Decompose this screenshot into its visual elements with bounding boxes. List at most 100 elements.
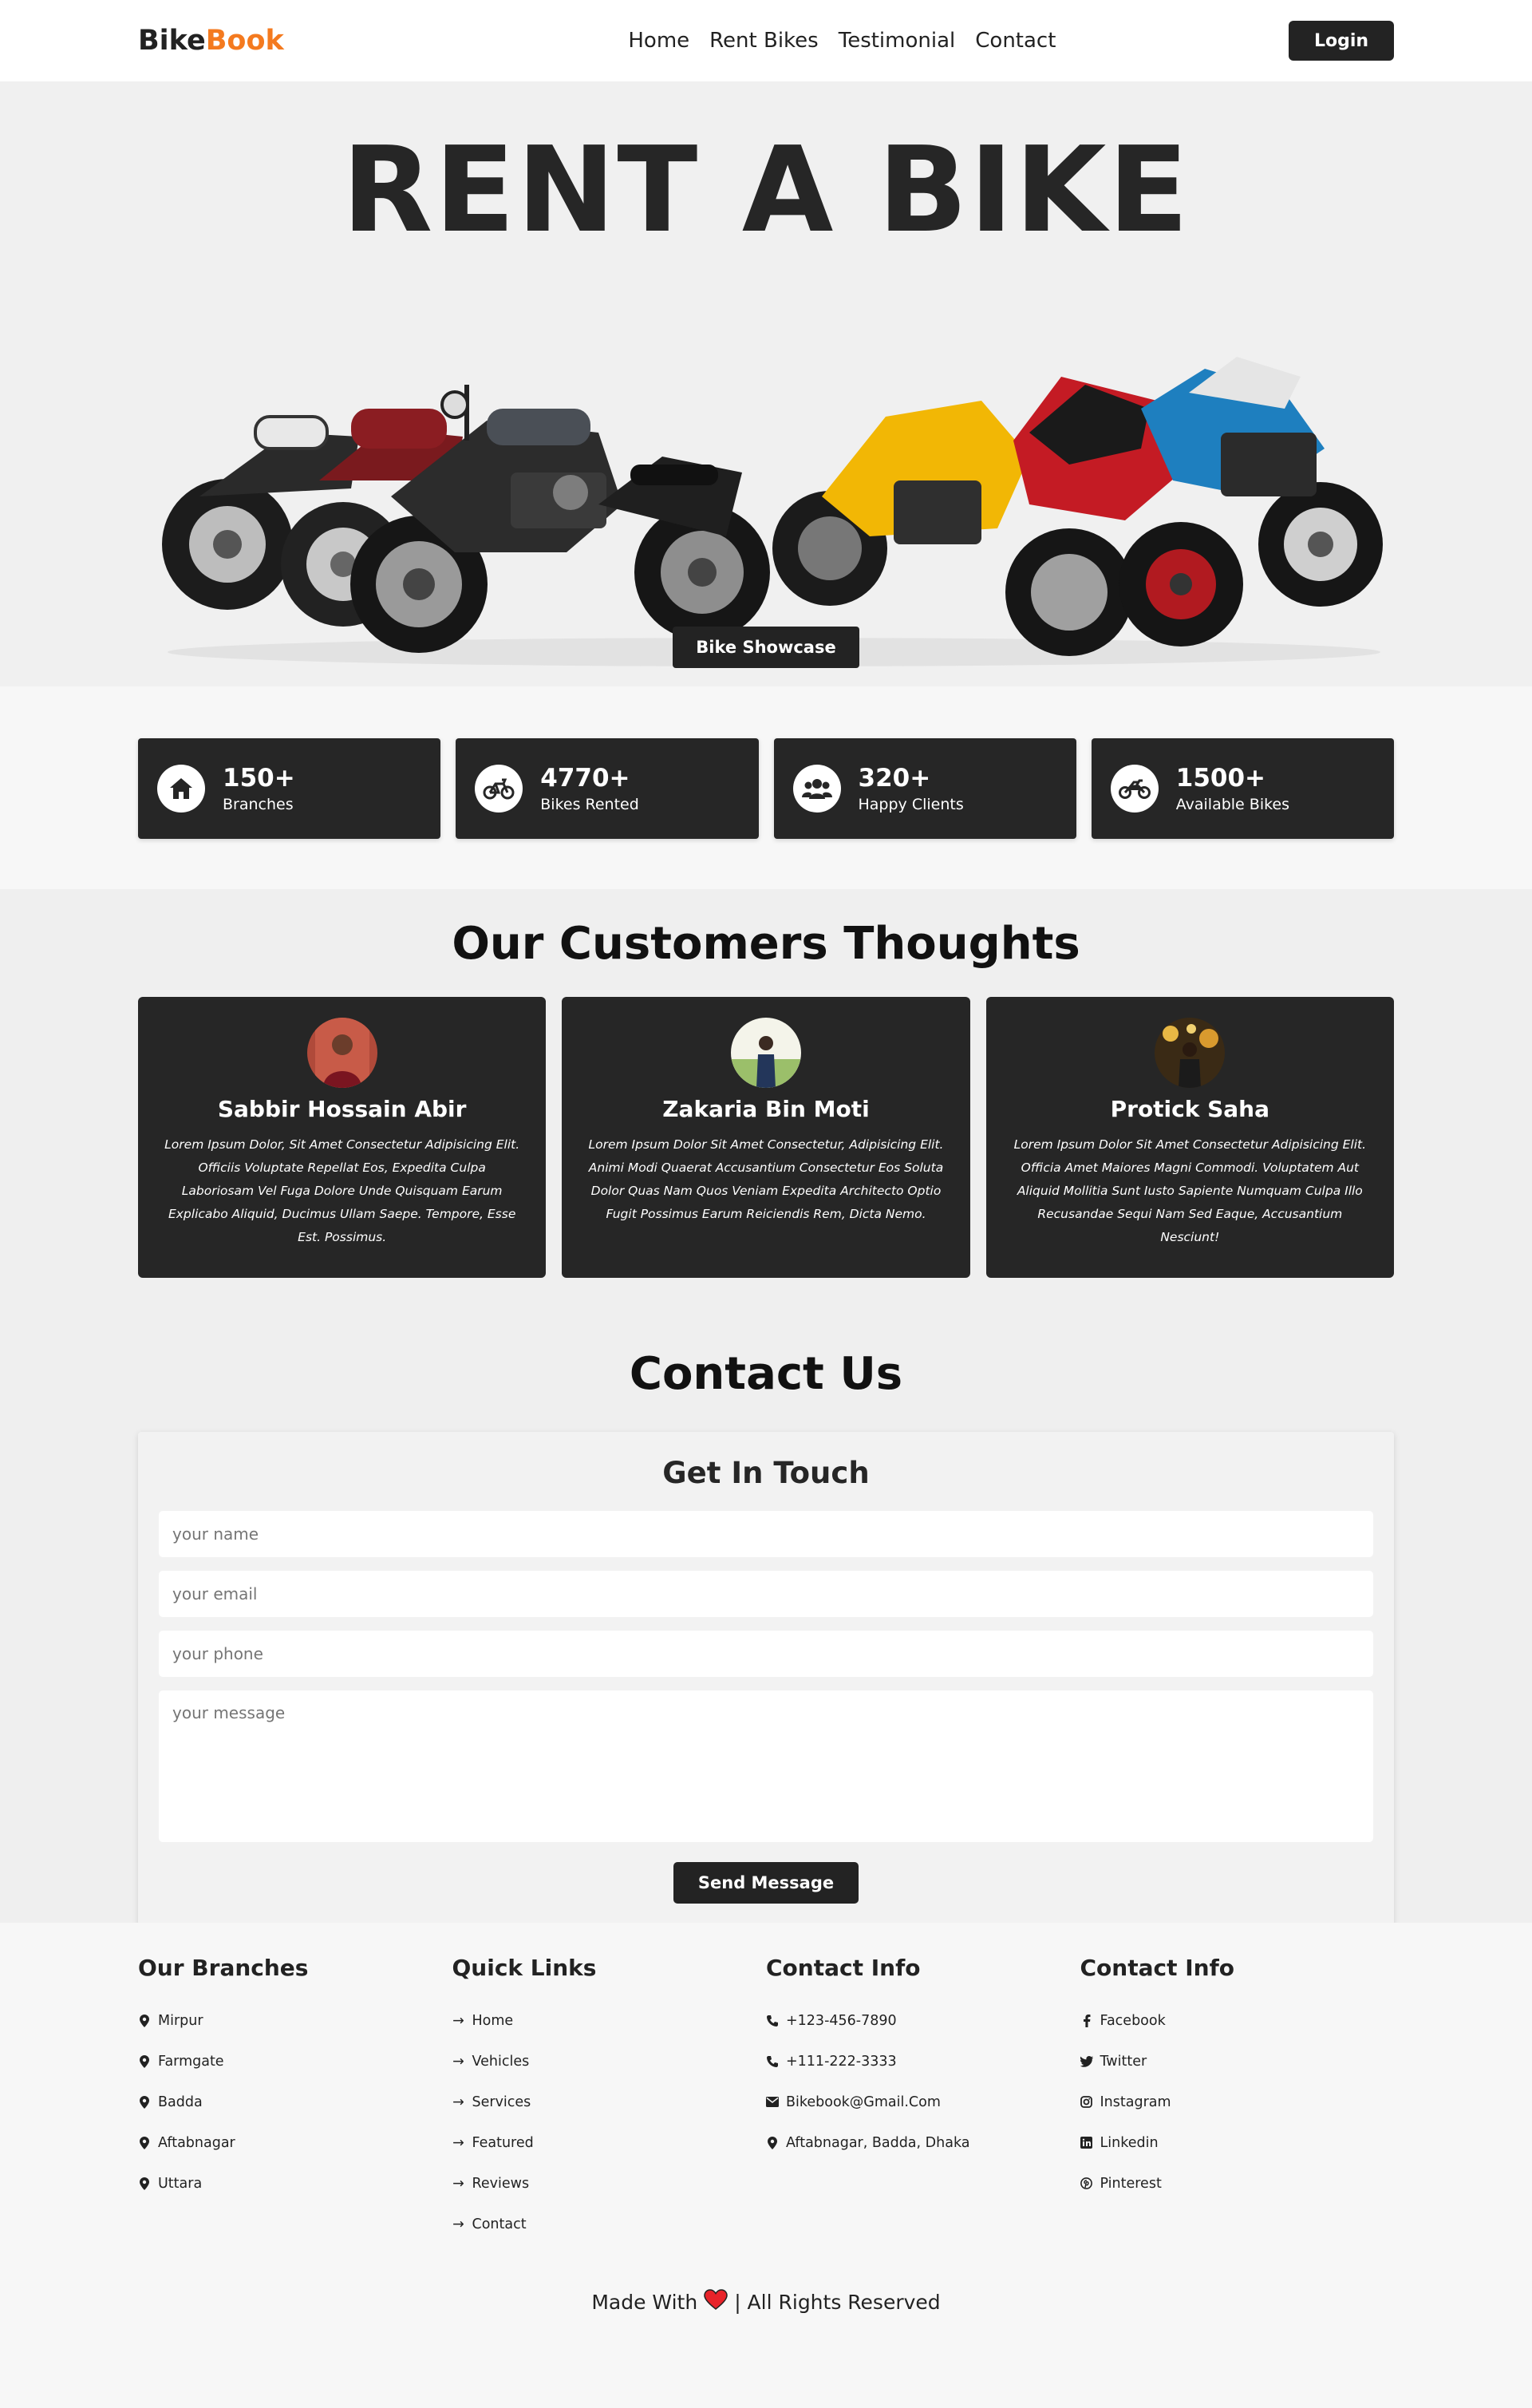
map-marker-icon: [138, 2014, 151, 2027]
branch-item[interactable]: Aftabnagar: [138, 2122, 452, 2163]
credit-left: Made With: [591, 2290, 698, 2314]
testimonials-heading: Our Customers Thoughts: [0, 918, 1532, 970]
credit-right: | All Rights Reserved: [734, 2290, 941, 2314]
contact-info-item[interactable]: +123-456-7890: [766, 2000, 1080, 2041]
phone-icon: [766, 2015, 779, 2027]
testimonial-text: Lorem Ipsum Dolor, Sit Amet Consectetur …: [164, 1137, 520, 1244]
arrow-right-icon: →: [452, 2216, 464, 2232]
envelope-icon: [766, 2096, 779, 2109]
map-marker-icon: [766, 2136, 779, 2149]
stat-value: 320+: [858, 764, 931, 793]
stat-label: Bikes Rented: [540, 796, 639, 813]
nav-link-contact[interactable]: Contact: [975, 29, 1056, 53]
stat-card-happy-clients: 320+ Happy Clients: [773, 738, 1076, 839]
phone-icon: [766, 2055, 779, 2068]
social-label: Facebook: [1100, 2012, 1166, 2029]
footer-heading: Contact Info: [766, 1955, 921, 1981]
quick-link[interactable]: → Contact: [452, 2204, 767, 2244]
users-icon: [792, 765, 841, 813]
message-field[interactable]: [159, 1690, 1373, 1842]
quick-link[interactable]: → Featured: [452, 2122, 767, 2163]
stat-value: 150+: [223, 764, 295, 793]
stats-section: 150+ Branches 4770+ Bikes Rented 320+ Ha…: [0, 686, 1532, 889]
branch-item[interactable]: Uttara: [138, 2163, 452, 2204]
facebook-icon: [1080, 2014, 1093, 2027]
contact-section: Contact Us Get In Touch Send Message: [0, 1348, 1532, 1927]
contact-heading: Contact Us: [0, 1348, 1532, 1400]
testimonial-name: Sabbir Hossain Abir: [217, 1096, 467, 1122]
footer-heading: Contact Info: [1080, 1955, 1235, 1981]
testimonial-card: Zakaria Bin Moti Lorem Ipsum Dolor Sit A…: [562, 997, 970, 1278]
arrow-right-icon: →: [452, 2175, 464, 2192]
social-label: Pinterest: [1100, 2175, 1162, 2192]
heading-highlight: Contact: [629, 1348, 824, 1400]
branch-item[interactable]: Farmgate: [138, 2041, 452, 2082]
nav-link-testimonial[interactable]: Testimonial: [839, 29, 956, 53]
stat-card-bikes-rented: 4770+ Bikes Rented: [456, 738, 759, 839]
nav-link-home[interactable]: Home: [628, 29, 689, 53]
branch-item[interactable]: Badda: [138, 2082, 452, 2122]
avatar: [730, 1018, 801, 1088]
branch-label: Uttara: [158, 2175, 203, 2192]
heart-icon: [704, 2289, 728, 2315]
footer-heading: Quick Links: [452, 1955, 597, 1981]
logo-text-book: Book: [205, 25, 284, 57]
testimonial-name: Protick Saha: [1110, 1096, 1270, 1122]
stat-value: 1500+: [1175, 764, 1266, 793]
nav-link-rent-bikes[interactable]: Rent Bikes: [709, 29, 819, 53]
twitter-icon: [1080, 2055, 1093, 2068]
bike-showcase-button[interactable]: Bike Showcase: [673, 627, 859, 668]
social-label: Linkedin: [1100, 2134, 1159, 2151]
quick-link-label: Contact: [472, 2216, 527, 2232]
contact-info-item[interactable]: Bikebook@Gmail.Com: [766, 2082, 1080, 2122]
arrow-right-icon: →: [452, 2094, 464, 2110]
avatar: [1155, 1018, 1226, 1088]
contact-info-text: Bikebook@Gmail.Com: [786, 2094, 941, 2110]
quick-link[interactable]: → Reviews: [452, 2163, 767, 2204]
logo[interactable]: BikeBook: [138, 25, 284, 57]
send-message-button[interactable]: Send Message: [673, 1862, 859, 1904]
logo-text-bike: Bike: [138, 25, 206, 57]
footer-heading: Our Branches: [138, 1955, 309, 1981]
form-title: Get In Touch: [662, 1456, 870, 1490]
quick-link[interactable]: → Vehicles: [452, 2041, 767, 2082]
name-field[interactable]: [159, 1511, 1373, 1557]
navbar: BikeBook Home Rent Bikes Testimonial Con…: [0, 0, 1532, 81]
map-marker-icon: [138, 2054, 151, 2068]
stat-label: Branches: [223, 796, 294, 813]
avatar: [306, 1018, 377, 1088]
heading-part: Our Customers: [452, 918, 828, 970]
contact-info-item[interactable]: Aftabnagar, Badda, Dhaka: [766, 2122, 1080, 2163]
footer-contact-info: Contact Info +123-456-7890 +111-222-3333…: [766, 1955, 1080, 2244]
social-link-instagram[interactable]: Instagram: [1080, 2082, 1395, 2122]
quick-link[interactable]: → Home: [452, 2000, 767, 2041]
social-label: Twitter: [1100, 2053, 1147, 2070]
phone-field[interactable]: [159, 1631, 1373, 1677]
contact-info-text: Aftabnagar, Badda, Dhaka: [786, 2134, 970, 2151]
social-link-facebook[interactable]: Facebook: [1080, 2000, 1395, 2041]
social-link-pinterest[interactable]: Pinterest: [1080, 2163, 1395, 2204]
footer-social: Contact Info Facebook Twitter Instagram …: [1080, 1955, 1395, 2244]
arrow-right-icon: →: [452, 2134, 464, 2151]
social-label: Instagram: [1100, 2094, 1171, 2110]
login-button[interactable]: Login: [1289, 21, 1394, 61]
contact-info-item[interactable]: +111-222-3333: [766, 2041, 1080, 2082]
testimonials-list: Sabbir Hossain Abir Lorem Ipsum Dolor, S…: [0, 997, 1532, 1278]
heading-highlight: Thoughts: [843, 918, 1081, 970]
stat-label: Available Bikes: [1175, 796, 1290, 813]
branch-item[interactable]: Mirpur: [138, 2000, 452, 2041]
footer-branches: Our Branches Mirpur Farmgate Badda Aftab…: [138, 1955, 452, 2244]
motorcycle-icon: [1110, 765, 1159, 813]
branch-label: Aftabnagar: [158, 2134, 235, 2151]
quick-link-label: Featured: [472, 2134, 534, 2151]
pinterest-icon: [1080, 2177, 1093, 2190]
quick-link[interactable]: → Services: [452, 2082, 767, 2122]
social-link-linkedin[interactable]: Linkedin: [1080, 2122, 1395, 2163]
email-field[interactable]: [159, 1571, 1373, 1617]
map-marker-icon: [138, 2136, 151, 2149]
branch-label: Badda: [158, 2094, 203, 2110]
quick-link-label: Services: [472, 2094, 531, 2110]
home-icon: [157, 765, 205, 813]
social-link-twitter[interactable]: Twitter: [1080, 2041, 1395, 2082]
branch-label: Mirpur: [158, 2012, 203, 2029]
